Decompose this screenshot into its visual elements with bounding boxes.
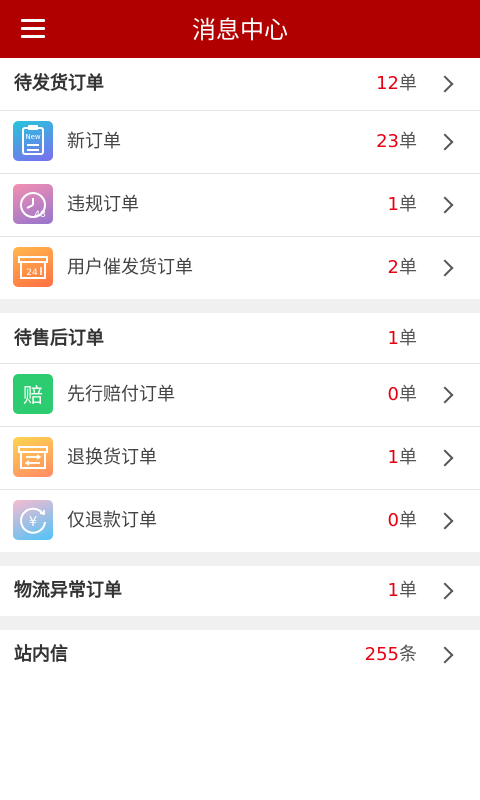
compensation-icon: 赔 <box>13 374 53 414</box>
item-count: 0单 <box>387 510 417 531</box>
svg-text:48: 48 <box>34 210 46 220</box>
exchange-box-icon <box>13 437 53 477</box>
chevron-right-icon <box>436 646 454 664</box>
section-label: 站内信 <box>14 644 68 665</box>
box-24h-icon: 24 <box>13 247 53 287</box>
section-label: 物流异常订单 <box>14 580 122 601</box>
svg-text:¥: ¥ <box>29 515 37 530</box>
chevron-right-icon <box>436 582 454 600</box>
refund-yen-icon: ¥ <box>13 500 53 540</box>
new-order-icon: New <box>13 121 53 161</box>
section-gap <box>0 299 480 313</box>
chevron-right-icon <box>436 512 454 530</box>
svg-text:赔: 赔 <box>23 383 43 407</box>
section-count: 255条 <box>364 644 417 665</box>
section-count: 12单 <box>376 73 417 94</box>
timer-48-icon: 48 <box>13 184 53 224</box>
item-count: 0单 <box>387 384 417 405</box>
chevron-right-icon <box>436 196 454 214</box>
item-label: 先行赔付订单 <box>67 384 175 405</box>
section-pending-shipment[interactable]: 待发货订单 12单 <box>0 58 480 110</box>
item-count: 2单 <box>387 257 417 278</box>
item-count: 1单 <box>387 447 417 468</box>
app-header: 消息中心 <box>0 0 480 58</box>
list-item-urge-shipment[interactable]: 24 用户催发货订单 2单 <box>0 237 480 299</box>
list-item-violation-order[interactable]: 48 违规订单 1单 <box>0 174 480 236</box>
item-label: 新订单 <box>67 131 121 152</box>
section-gap <box>0 616 480 630</box>
section-after-sales[interactable]: 待售后订单 1单 <box>0 313 480 365</box>
list-item-refund-order[interactable]: ¥ 仅退款订单 0单 <box>0 490 480 552</box>
svg-text:24: 24 <box>26 268 38 278</box>
item-label: 违规订单 <box>67 194 139 215</box>
section-label: 待售后订单 <box>14 328 104 349</box>
section-gap <box>0 552 480 566</box>
item-label: 仅退款订单 <box>67 510 157 531</box>
section-label: 待发货订单 <box>14 73 104 94</box>
section-count: 1单 <box>387 580 417 601</box>
item-count: 23单 <box>376 131 417 152</box>
item-count: 1单 <box>387 194 417 215</box>
section-inbox[interactable]: 站内信 255条 <box>0 630 480 680</box>
list-item-compensation-order[interactable]: 赔 先行赔付订单 0单 <box>0 364 480 426</box>
chevron-right-icon <box>436 133 454 151</box>
chevron-right-icon <box>436 449 454 467</box>
chevron-right-icon <box>436 386 454 404</box>
item-label: 退换货订单 <box>67 447 157 468</box>
svg-text:New: New <box>25 133 41 141</box>
section-count: 1单 <box>387 328 417 349</box>
page-title: 消息中心 <box>192 16 288 44</box>
chevron-right-icon <box>436 75 454 93</box>
chevron-right-icon <box>436 259 454 277</box>
list-item-new-order[interactable]: New 新订单 23单 <box>0 111 480 173</box>
section-logistics[interactable]: 物流异常订单 1单 <box>0 566 480 616</box>
list-item-exchange-order[interactable]: 退换货订单 1单 <box>0 427 480 489</box>
item-label: 用户催发货订单 <box>67 257 193 278</box>
